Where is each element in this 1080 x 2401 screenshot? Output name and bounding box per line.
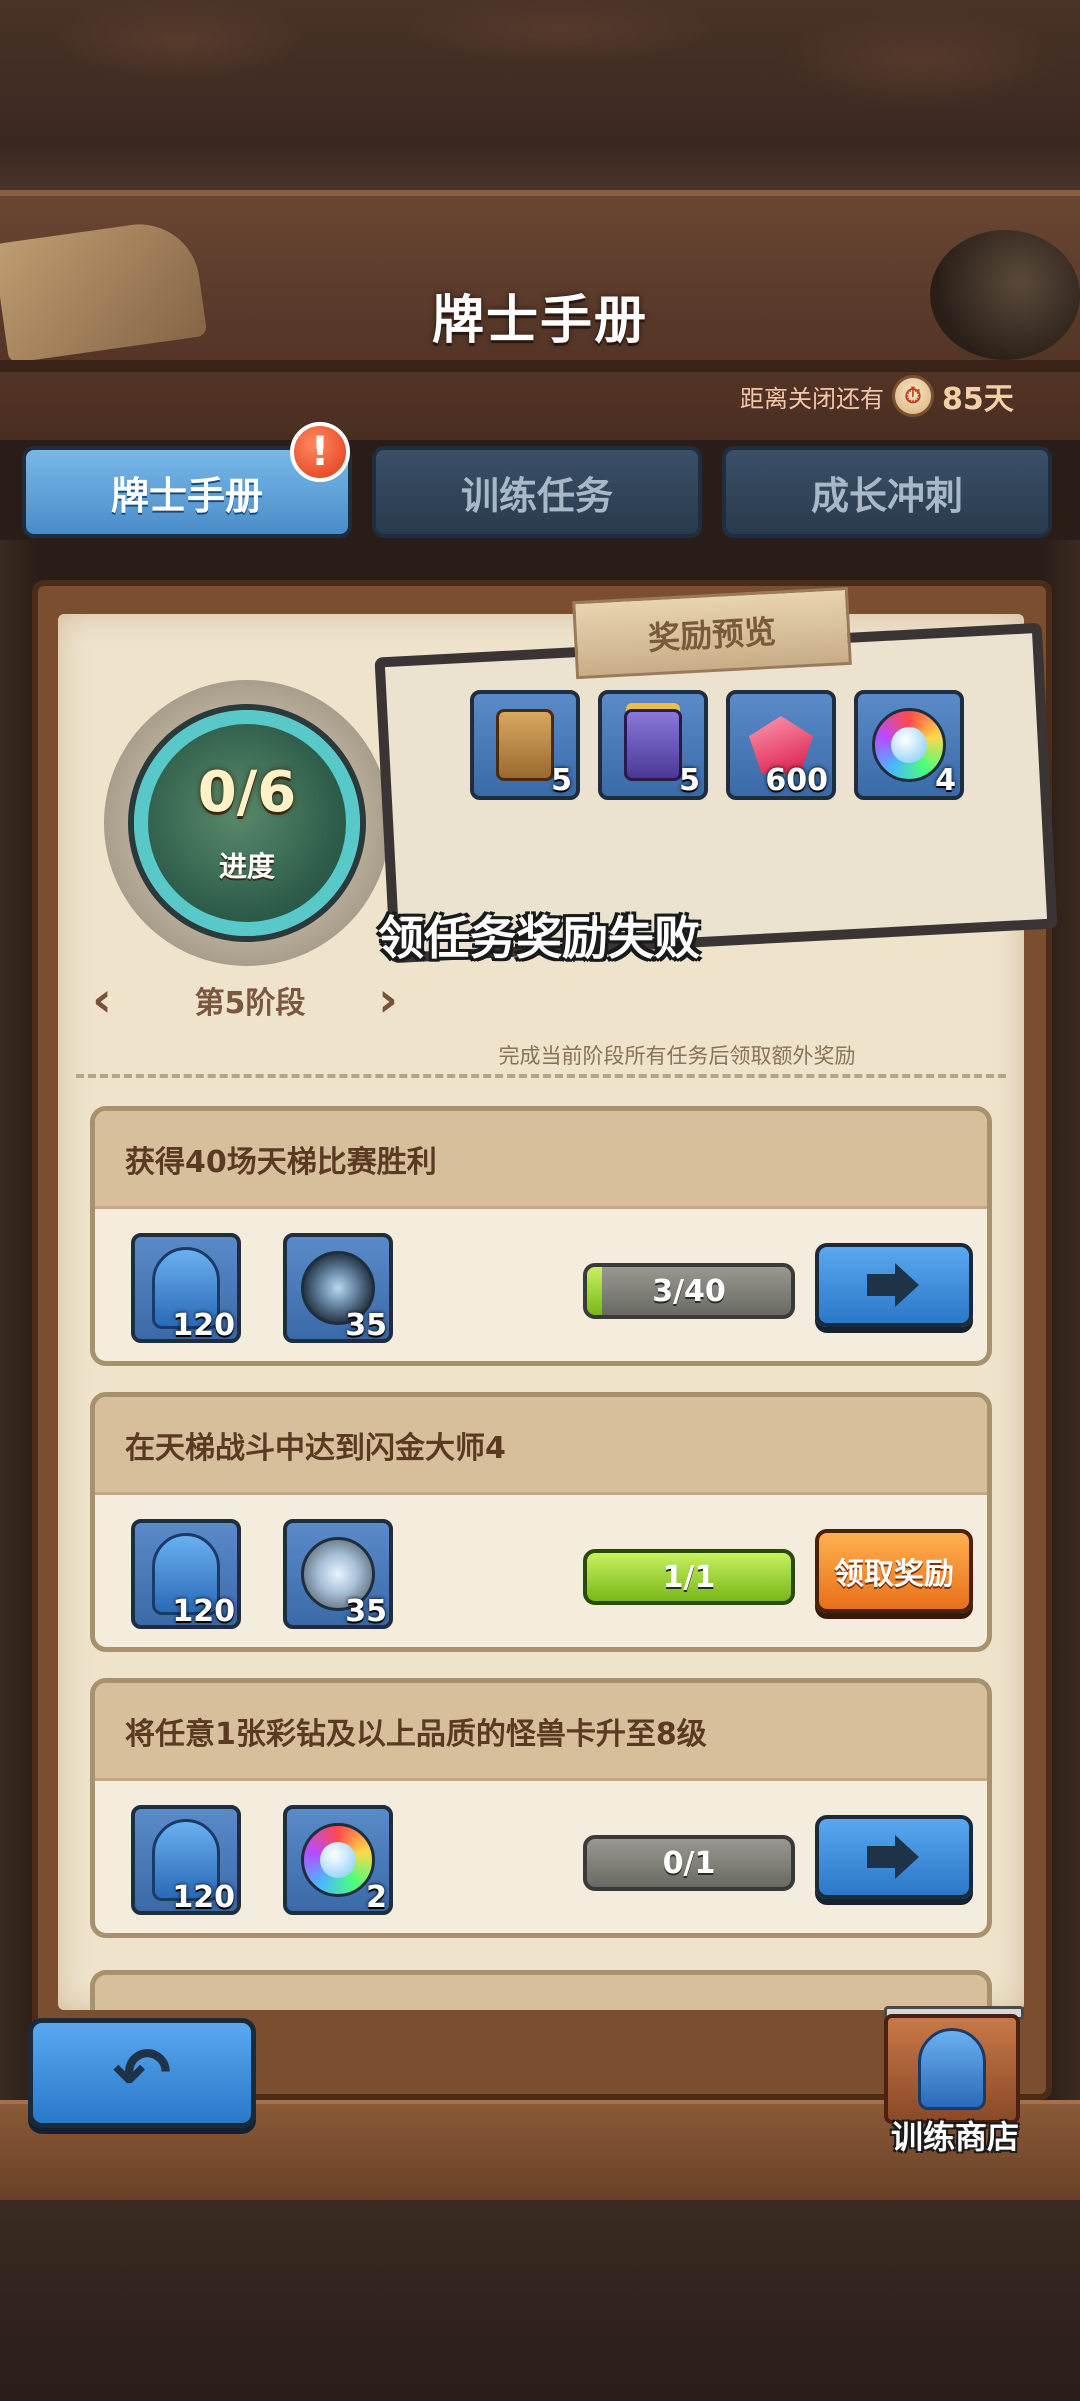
task-progress-bar: 1/1	[583, 1549, 795, 1605]
reward-qty: 5	[551, 763, 572, 798]
task-progress-bar: 3/40	[583, 1263, 795, 1319]
reward-qty: 35	[345, 1308, 387, 1343]
reward-qty: 2	[366, 1880, 387, 1915]
tab-label: 训练任务	[460, 473, 613, 518]
reward-qty: 35	[345, 1594, 387, 1629]
top-root-decoration	[0, 0, 1080, 200]
progress-fill	[587, 1267, 603, 1315]
training-shop-button[interactable]	[884, 2014, 1020, 2124]
tab-label: 成长冲刺	[810, 473, 963, 518]
stage-label: 第5阶段	[194, 986, 306, 1021]
tab-training-tasks[interactable]: 训练任务	[372, 446, 702, 538]
task-reward[interactable]: 120	[131, 1519, 241, 1629]
reward-preview-title-text: 奖励预览	[647, 612, 778, 658]
reward-qty: 5	[679, 763, 700, 798]
task-card: 将任意1张彩钻及以上品质的怪兽卡升至8级 120 2 0/1	[90, 1678, 992, 1938]
reward-item[interactable]: 5	[470, 690, 580, 800]
reward-item[interactable]: 5	[598, 690, 708, 800]
reward-item[interactable]: 600	[726, 690, 836, 800]
countdown: 距离关闭还有 ⏱ 85天	[740, 374, 1014, 418]
go-button[interactable]	[815, 1243, 973, 1327]
task-title: 将任意1张彩钻及以上品质的怪兽卡升至8级	[95, 1683, 987, 1781]
back-button[interactable]: ↶	[28, 2018, 256, 2128]
task-reward[interactable]: 35	[283, 1233, 393, 1343]
chevron-left-icon[interactable]: ‹	[82, 972, 122, 1028]
task-body: 120 2 0/1	[95, 1781, 987, 1933]
claim-reward-button[interactable]: 领取奖励	[815, 1529, 973, 1613]
task-progress-bar: 0/1	[583, 1835, 795, 1891]
tab-growth-sprint[interactable]: 成长冲刺	[722, 446, 1052, 538]
chevron-right-icon[interactable]: ›	[368, 972, 408, 1028]
progress-text: 3/40	[652, 1273, 726, 1309]
purple-chest-icon	[624, 709, 682, 781]
bottom-background	[0, 2200, 1080, 2401]
progress-text: 0/1	[662, 1845, 716, 1881]
training-shop-label[interactable]: 训练商店	[870, 2112, 1040, 2158]
timer-icon: ⏱	[892, 375, 934, 417]
alert-badge-icon: !	[290, 422, 350, 482]
reward-item[interactable]: 4	[854, 690, 964, 800]
reward-preview-title: 奖励预览	[572, 586, 852, 680]
reward-qty: 4	[935, 763, 956, 798]
back-arrow-icon: ↶	[112, 2032, 172, 2114]
task-reward[interactable]: 2	[283, 1805, 393, 1915]
arrow-right-icon	[867, 1263, 919, 1307]
task-reward[interactable]: 120	[131, 1805, 241, 1915]
task-title: 在天梯战斗中达到闪金大师4	[95, 1397, 987, 1495]
arrow-right-icon	[867, 1835, 919, 1879]
header-divider	[0, 360, 1080, 372]
extra-reward-note: 完成当前阶段所有任务后领取额外奖励	[498, 1044, 856, 1068]
progress-text: 1/1	[662, 1559, 716, 1595]
reward-qty: 600	[765, 763, 828, 798]
hero-token-icon	[918, 2028, 986, 2110]
stage-progress-label: 进度	[218, 850, 275, 883]
gold-chest-icon	[496, 709, 554, 781]
go-button[interactable]	[815, 1815, 973, 1899]
reward-qty: 120	[172, 1594, 235, 1629]
countdown-days: 85天	[942, 382, 1014, 417]
toast-message: 领任务奖励失败	[378, 911, 700, 965]
task-body: 120 35 1/1 领取奖励	[95, 1495, 987, 1647]
task-card-next	[90, 1970, 992, 2010]
task-body: 120 35 3/40	[95, 1209, 987, 1361]
task-card: 在天梯战斗中达到闪金大师4 120 35 1/1 领取奖励	[90, 1392, 992, 1652]
reward-preview-items: 5 5 600 4	[470, 690, 964, 800]
dashed-divider	[76, 1074, 1006, 1078]
task-reward[interactable]: 120	[131, 1233, 241, 1343]
reward-qty: 120	[172, 1880, 235, 1915]
page-title: 牌士手册	[431, 291, 648, 351]
reward-qty: 120	[172, 1308, 235, 1343]
task-title: 获得40场天梯比赛胜利	[95, 1111, 987, 1209]
task-reward[interactable]: 35	[283, 1519, 393, 1629]
countdown-label: 距离关闭还有	[740, 384, 884, 413]
tab-label: 牌士手册	[110, 473, 263, 518]
stage-progress-value: 0/6	[197, 760, 297, 825]
task-card: 获得40场天梯比赛胜利 120 35 3/40	[90, 1106, 992, 1366]
rainbow-orb-icon	[301, 1823, 375, 1897]
